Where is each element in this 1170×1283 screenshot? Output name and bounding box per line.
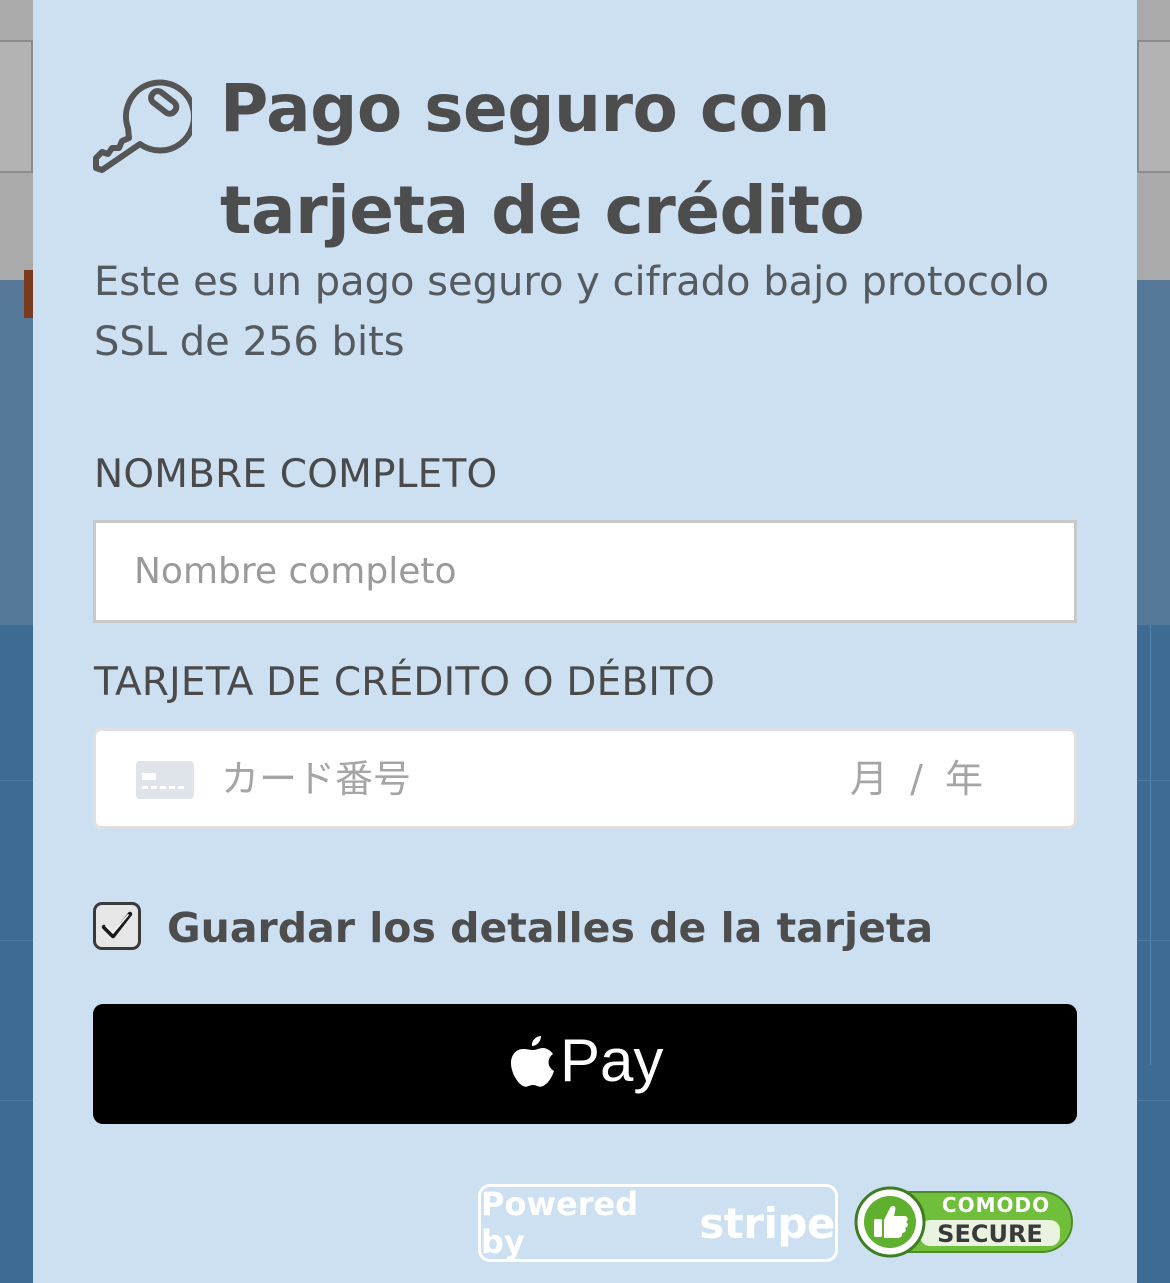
card-expiry-placeholder[interactable]: 月 / 年: [850, 753, 983, 805]
full-name-input[interactable]: [93, 520, 1077, 623]
key-icon: [93, 79, 192, 173]
background-input-right: [1137, 40, 1170, 173]
credit-card-icon: [136, 761, 194, 799]
background-edge: [1150, 625, 1170, 1065]
save-card-checkbox[interactable]: [93, 902, 141, 950]
modal-subtitle: Este es un pago seguro y cifrado bajo pr…: [94, 252, 1084, 372]
stripe-logo-text: stripe: [699, 1198, 835, 1248]
modal-title: Pago seguro con tarjeta de crédito: [220, 58, 1100, 262]
powered-by-stripe-badge[interactable]: Powered by stripe: [478, 1184, 838, 1262]
subtitle-line2: SSL de 256 bits: [94, 319, 405, 365]
save-card-label[interactable]: Guardar los detalles de la tarjeta: [167, 900, 933, 956]
card-label: TARJETA DE CRÉDITO O DÉBITO: [94, 660, 716, 705]
apple-pay-label: Pay: [560, 1027, 664, 1094]
apple-pay-button[interactable]: Pay: [93, 1004, 1077, 1124]
checkmark-icon: [101, 911, 133, 939]
modal-title-line1: Pago seguro con: [220, 70, 830, 147]
comodo-top-text: COMODO: [942, 1193, 1050, 1217]
modal-title-line2: tarjeta de crédito: [220, 172, 865, 249]
background-input-left: [0, 40, 33, 173]
comodo-secure-badge: COMODO SECURE: [854, 1186, 1073, 1258]
background-accent: [24, 270, 33, 318]
card-number-placeholder[interactable]: カード番号: [221, 753, 411, 805]
apple-icon: [511, 1036, 554, 1087]
stripe-powered-text: Powered by: [481, 1185, 639, 1261]
card-input[interactable]: カード番号 月 / 年: [93, 728, 1077, 829]
full-name-label: NOMBRE COMPLETO: [94, 452, 498, 497]
comodo-bottom-text: SECURE: [937, 1220, 1043, 1248]
subtitle-line1: Este es un pago seguro y cifrado bajo pr…: [94, 259, 1050, 305]
